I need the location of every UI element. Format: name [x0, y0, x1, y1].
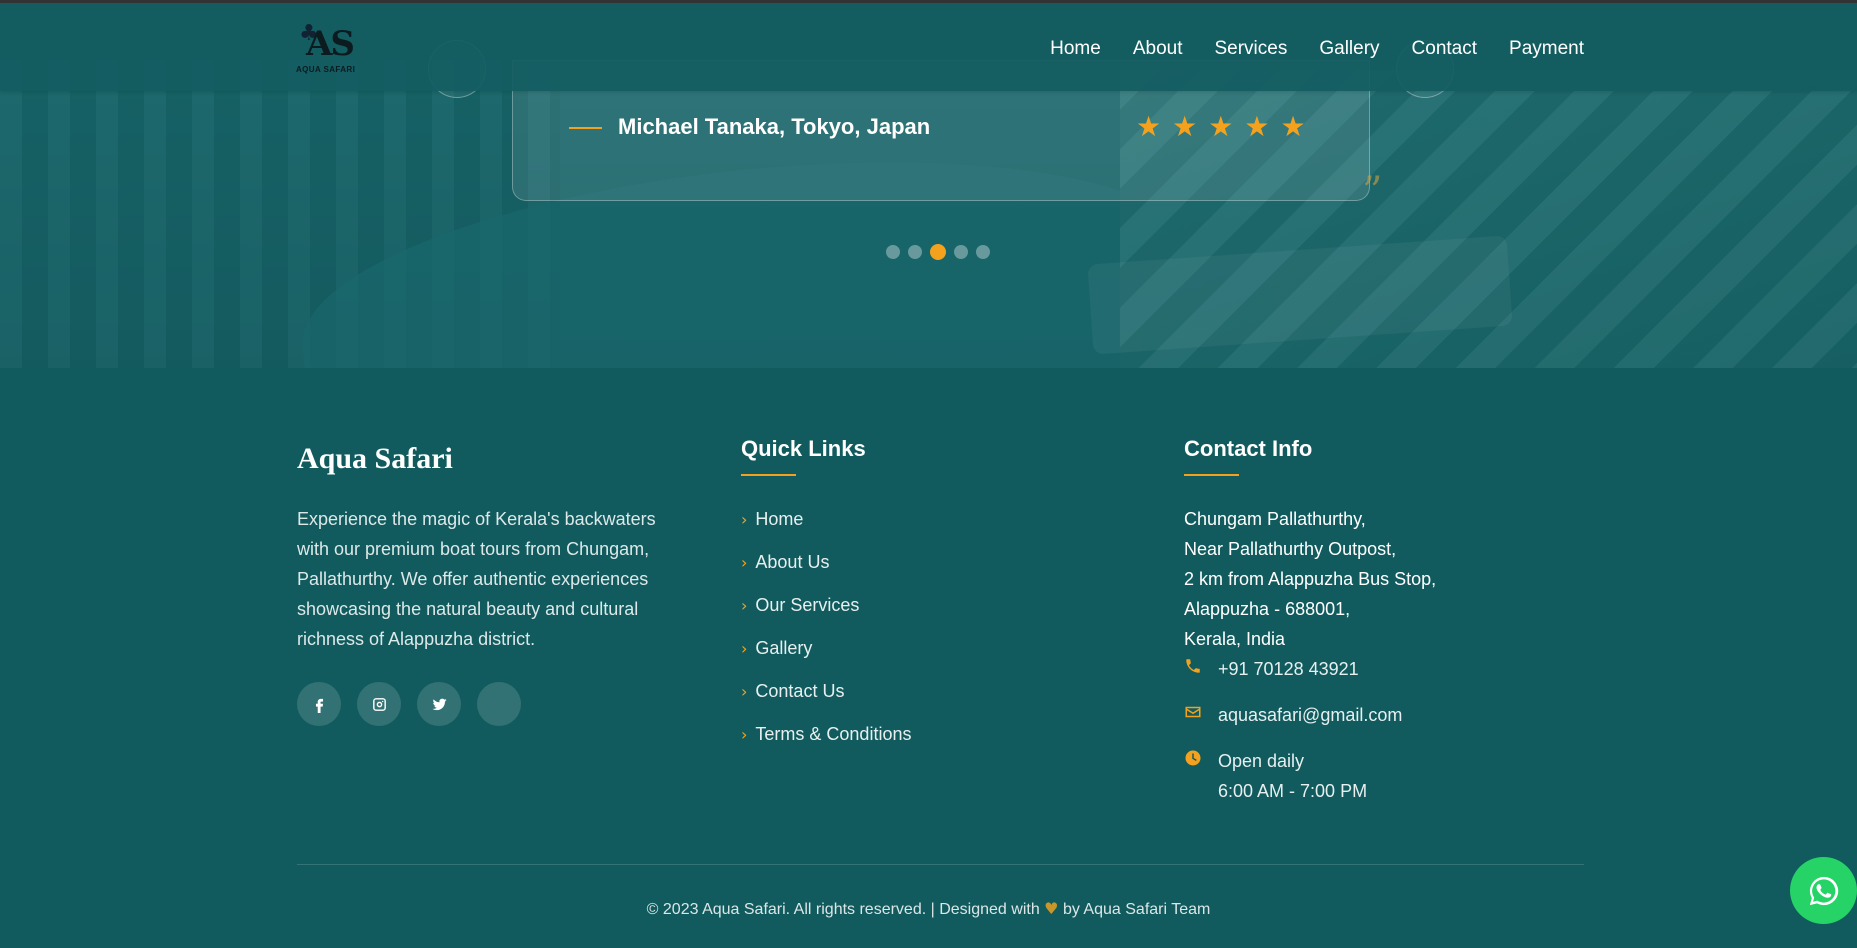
footer-about-text: Experience the magic of Kerala's backwat…	[297, 509, 656, 649]
address-line: Alappuzha - 688001,	[1184, 599, 1351, 619]
contact-email[interactable]: aquasafari@gmail.com	[1184, 700, 1436, 730]
copyright-text: © 2023 Aqua Safari. All rights reserved.…	[0, 899, 1857, 919]
whatsapp-button[interactable]	[1790, 857, 1857, 924]
footer-link-home[interactable]: › Home	[741, 498, 911, 541]
contact-hours: Open daily 6:00 AM - 7:00 PM	[1184, 746, 1436, 806]
facebook-icon[interactable]	[297, 682, 341, 726]
star-icon: ★	[1280, 110, 1306, 143]
contact-info-title: Contact Info	[1184, 436, 1313, 461]
quick-links-title: Quick Links	[741, 436, 866, 461]
nav-contact[interactable]: Contact	[1412, 38, 1477, 60]
footer-link-contact[interactable]: › Contact Us	[741, 670, 911, 713]
star-icon: ★	[1136, 110, 1162, 143]
carousel-dot[interactable]	[886, 245, 900, 259]
star-icon: ★	[1208, 110, 1234, 143]
site-header: ♣ AS AQUA SAFARI Home About Services Gal…	[0, 0, 1857, 91]
contact-phone[interactable]: +91 70128 43921	[1184, 654, 1436, 684]
carousel-dot[interactable]	[954, 245, 968, 259]
footer-brand: Aqua Safari	[297, 442, 453, 475]
nav-payment[interactable]: Payment	[1509, 38, 1584, 60]
footer-link-services[interactable]: › Our Services	[741, 584, 911, 627]
clock-icon	[1184, 746, 1218, 772]
address-line: Kerala, India	[1184, 629, 1286, 649]
chevron-right-icon: ›	[741, 725, 748, 744]
nav-services[interactable]: Services	[1214, 38, 1287, 60]
star-icon: ★	[1244, 110, 1270, 143]
opening-hours: Open daily 6:00 AM - 7:00 PM	[1218, 746, 1367, 806]
hours-label: Open daily	[1218, 751, 1305, 771]
email-address: aquasafari@gmail.com	[1218, 705, 1403, 725]
chevron-right-icon: ›	[741, 639, 748, 658]
hours-value: 6:00 AM - 7:00 PM	[1218, 781, 1368, 801]
copyright-after: by Aqua Safari Team	[1062, 901, 1211, 918]
chevron-right-icon: ›	[741, 553, 748, 572]
social-links	[297, 682, 687, 726]
site-footer: Aqua Safari Experience the magic of Kera…	[0, 368, 1857, 948]
nav-about[interactable]: About	[1133, 38, 1183, 60]
twitter-icon[interactable]	[417, 682, 461, 726]
site-logo[interactable]: ♣ AS AQUA SAFARI	[296, 19, 364, 77]
title-underline	[741, 474, 796, 476]
carousel-dot-active[interactable]	[930, 244, 946, 260]
quick-links-list: › Home › About Us › Our Services › Gallery ›…	[741, 498, 911, 756]
testimonial-author: Michael Tanaka, Tokyo, Japan	[618, 114, 931, 139]
star-icon: ★	[1172, 110, 1198, 143]
chevron-right-icon: ›	[741, 510, 748, 529]
logo-mark: AS	[306, 24, 355, 64]
address-line: Near Pallathurthy Outpost,	[1184, 539, 1397, 559]
address-line: 2 km from Alappuzha Bus Stop,	[1184, 569, 1437, 589]
footer-link-terms[interactable]: › Terms & Conditions	[741, 713, 911, 756]
footer-link-gallery[interactable]: › Gallery	[741, 627, 911, 670]
carousel-dot[interactable]	[976, 245, 990, 259]
footer-link-label: Terms & Conditions	[755, 724, 912, 744]
heart-icon: ♥	[1044, 899, 1059, 918]
footer-link-label: Home	[755, 509, 804, 529]
footer-link-label: Our Services	[755, 595, 860, 615]
copyright-before: © 2023 Aqua Safari. All rights reserved.…	[646, 901, 1040, 918]
chevron-right-icon: ›	[741, 596, 748, 615]
nav-home[interactable]: Home	[1050, 38, 1101, 60]
footer-contact-info: Contact Info Chungam Pallathurthy, Near …	[1184, 436, 1436, 806]
carousel-dots	[886, 244, 990, 260]
quote-icon: ”	[1362, 169, 1383, 215]
whatsapp-icon	[1809, 876, 1838, 905]
footer-about: Aqua Safari Experience the magic of Kera…	[297, 442, 687, 726]
footer-link-label: About Us	[755, 552, 830, 572]
footer-link-label: Contact Us	[755, 681, 845, 701]
footer-quick-links: Quick Links › Home › About Us › Our Service…	[741, 436, 911, 756]
nav-gallery[interactable]: Gallery	[1319, 38, 1379, 60]
author-accent-line	[569, 127, 602, 129]
instagram-icon[interactable]	[357, 682, 401, 726]
footer-divider	[297, 864, 1584, 865]
social-link-empty[interactable]	[477, 682, 521, 726]
carousel-dot[interactable]	[908, 245, 922, 259]
footer-link-label: Gallery	[755, 638, 813, 658]
address-line: Chungam Pallathurthy,	[1184, 509, 1366, 529]
main-nav: Home About Services Gallery Contact Paym…	[1050, 38, 1584, 60]
phone-number: +91 70128 43921	[1218, 659, 1359, 679]
logo-text: AQUA SAFARI	[296, 65, 356, 74]
envelope-icon	[1184, 700, 1218, 726]
rating-stars: ★ ★ ★ ★ ★	[1136, 113, 1306, 141]
chevron-right-icon: ›	[741, 682, 748, 701]
phone-icon	[1184, 654, 1218, 680]
contact-address: Chungam Pallathurthy, Near Pallathurthy …	[1184, 504, 1436, 654]
title-underline	[1184, 474, 1239, 476]
footer-link-about[interactable]: › About Us	[741, 541, 911, 584]
